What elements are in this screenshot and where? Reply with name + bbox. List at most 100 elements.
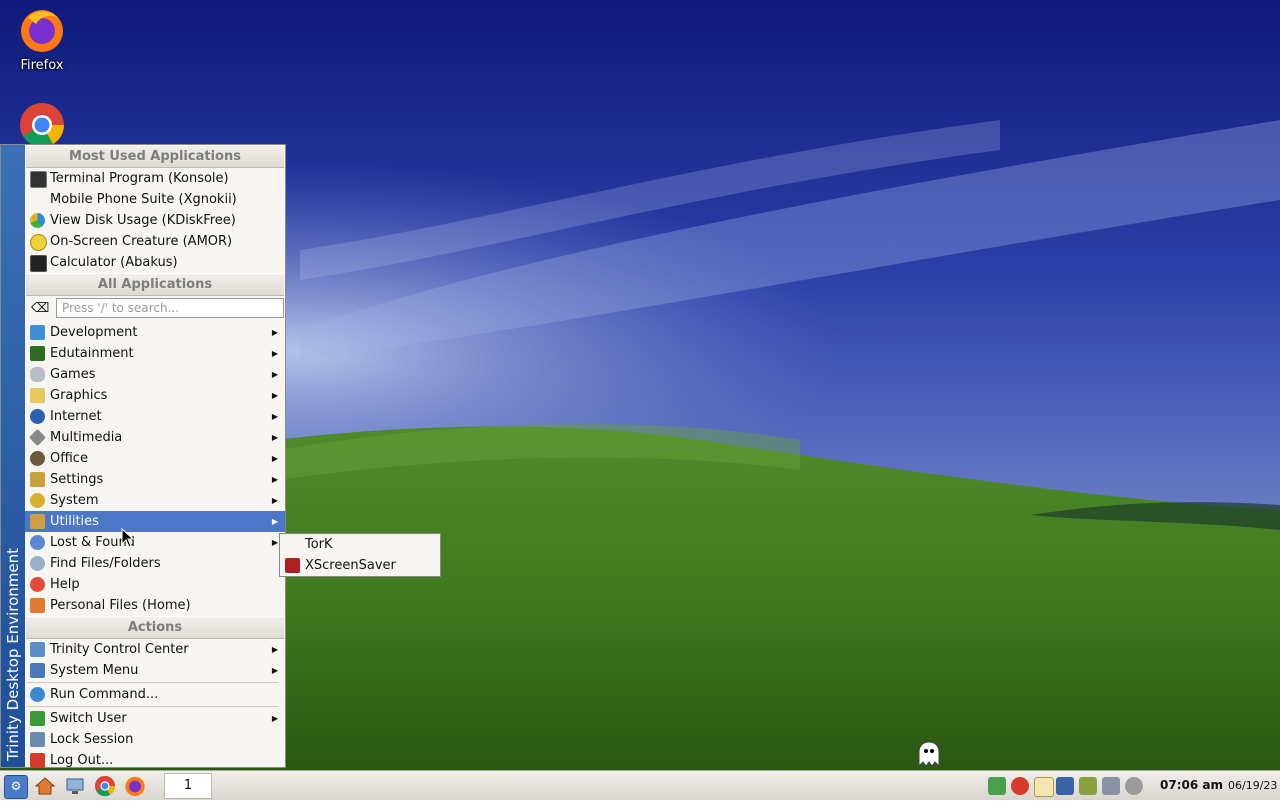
tools-tray-icon[interactable] <box>1079 777 1097 795</box>
firefox-launcher[interactable] <box>124 775 146 797</box>
menu-item-system[interactable]: System ▶ <box>25 490 285 511</box>
updates-tray-icon[interactable] <box>1011 777 1029 795</box>
k-menu-button[interactable]: ⚙ <box>4 775 28 799</box>
creature-icon <box>30 234 47 251</box>
menu-item-lock-session[interactable]: Lock Session <box>25 729 285 750</box>
submenu-arrow-icon: ▶ <box>271 666 278 675</box>
submenu-arrow-icon: ▶ <box>271 645 278 654</box>
xscreensaver-icon <box>285 558 300 573</box>
menu-item-xgnokii[interactable]: Mobile Phone Suite (Xgnokii) <box>25 189 285 210</box>
chrome-icon <box>20 103 64 147</box>
menu-item-multimedia[interactable]: Multimedia ▶ <box>25 427 285 448</box>
submenu-arrow-icon: ▶ <box>271 517 278 526</box>
edutainment-icon <box>30 346 45 361</box>
logout-icon <box>30 753 45 768</box>
menu-separator <box>27 706 279 707</box>
home-icon <box>34 777 56 795</box>
network-icon <box>66 778 84 794</box>
submenu-item-tork[interactable]: TorK <box>280 534 440 555</box>
klipper-tray-icon[interactable] <box>1034 777 1054 797</box>
menu-item-settings[interactable]: Settings ▶ <box>25 469 285 490</box>
find-files-icon <box>30 556 45 571</box>
help-icon <box>30 577 45 592</box>
submenu-item-xscreensaver[interactable]: XScreenSaver <box>280 555 440 576</box>
taskbar: ⚙ 1 07:06 am 06/19/23 <box>0 770 1280 800</box>
clock-date[interactable]: 06/19/23 <box>1228 779 1277 792</box>
home-launcher[interactable] <box>34 775 56 797</box>
menu-item-logout[interactable]: Log Out... <box>25 750 285 771</box>
submenu-arrow-icon: ▶ <box>271 714 278 723</box>
menu-item-kdiskfree[interactable]: View Disk Usage (KDiskFree) <box>25 210 285 231</box>
submenu-arrow-icon: ▶ <box>271 391 278 400</box>
firefox-icon <box>125 776 145 797</box>
submenu-arrow-icon: ▶ <box>271 496 278 505</box>
menu-search-input[interactable] <box>56 298 284 318</box>
settings-icon <box>30 472 45 487</box>
calculator-icon <box>30 255 47 272</box>
system-icon <box>30 493 45 508</box>
submenu-arrow-icon: ▶ <box>271 454 278 463</box>
lost-found-icon <box>30 535 45 550</box>
menu-item-system-menu[interactable]: System Menu ▶ <box>25 660 285 681</box>
section-header-most-used: Most Used Applications <box>26 145 284 168</box>
lock-session-icon <box>30 732 45 747</box>
k-menu-sidebar: Trinity Desktop Environment <box>1 145 25 767</box>
menu-item-utilities[interactable]: Utilities ▶ <box>25 511 285 532</box>
games-icon <box>30 367 45 382</box>
clock-time[interactable]: 07:06 am <box>1160 778 1223 792</box>
k-menu: Trinity Desktop Environment Most Used Ap… <box>0 144 286 768</box>
terminal-icon <box>30 171 47 188</box>
menu-item-games[interactable]: Games ▶ <box>25 364 285 385</box>
menu-item-help[interactable]: Help <box>25 574 285 595</box>
disk-usage-icon <box>30 213 45 228</box>
home-icon <box>30 598 45 613</box>
menu-item-development[interactable]: Development ▶ <box>25 322 285 343</box>
menu-item-control-center[interactable]: Trinity Control Center ▶ <box>25 639 285 660</box>
menu-item-internet[interactable]: Internet ▶ <box>25 406 285 427</box>
desktop-pager-1[interactable]: 1 <box>164 773 212 799</box>
office-icon <box>30 451 45 466</box>
printer-tray-icon[interactable] <box>1102 777 1120 795</box>
kmenu-icon: ⚙ <box>10 779 22 793</box>
menu-item-lost-found[interactable]: Lost & Found ▶ <box>25 532 285 553</box>
submenu-arrow-icon: ▶ <box>271 328 278 337</box>
desktop-icon-label: Firefox <box>20 58 64 73</box>
switch-user-icon <box>30 711 45 726</box>
clear-search-icon[interactable]: ⌫ <box>31 301 49 316</box>
menu-item-edutainment[interactable]: Edutainment ▶ <box>25 343 285 364</box>
submenu-arrow-icon: ▶ <box>271 370 278 379</box>
submenu-arrow-icon: ▶ <box>271 475 278 484</box>
section-header-actions: Actions <box>26 616 284 639</box>
menu-item-amor[interactable]: On-Screen Creature (AMOR) <box>25 231 285 252</box>
menu-item-abakus[interactable]: Calculator (Abakus) <box>25 252 285 273</box>
submenu-arrow-icon: ▶ <box>271 349 278 358</box>
k-menu-sidebar-text: Trinity Desktop Environment <box>4 548 22 761</box>
menu-item-home[interactable]: Personal Files (Home) <box>25 595 285 616</box>
chrome-launcher[interactable] <box>94 775 116 797</box>
network-tray-icon[interactable] <box>988 777 1006 795</box>
menu-item-graphics[interactable]: Graphics ▶ <box>25 385 285 406</box>
menu-item-find-files[interactable]: Find Files/Folders <box>25 553 285 574</box>
menu-item-switch-user[interactable]: Switch User ▶ <box>25 708 285 729</box>
submenu-arrow-icon: ▶ <box>271 538 278 547</box>
menu-item-konsole[interactable]: Terminal Program (Konsole) <box>25 168 285 189</box>
display-tray-icon[interactable] <box>1056 777 1074 795</box>
chrome-icon <box>94 775 116 797</box>
utilities-icon <box>30 514 45 529</box>
internet-icon <box>30 409 45 424</box>
system-menu-icon <box>30 663 45 678</box>
run-command-icon <box>30 687 45 702</box>
menu-item-run-command[interactable]: Run Command... <box>25 684 285 705</box>
menu-separator <box>27 682 279 683</box>
control-center-icon <box>30 642 45 657</box>
desktop-icon-firefox[interactable]: Firefox <box>0 6 84 73</box>
ghost-creature-icon[interactable] <box>916 740 942 768</box>
submenu-arrow-icon: ▶ <box>271 433 278 442</box>
section-header-all-apps: All Applications <box>26 273 284 296</box>
firefox-icon <box>21 10 63 52</box>
globe-tray-icon[interactable] <box>1125 777 1143 795</box>
graphics-icon <box>30 388 45 403</box>
network-launcher[interactable] <box>64 775 86 797</box>
menu-item-office[interactable]: Office ▶ <box>25 448 285 469</box>
desktop-icon-chrome[interactable] <box>0 101 84 149</box>
